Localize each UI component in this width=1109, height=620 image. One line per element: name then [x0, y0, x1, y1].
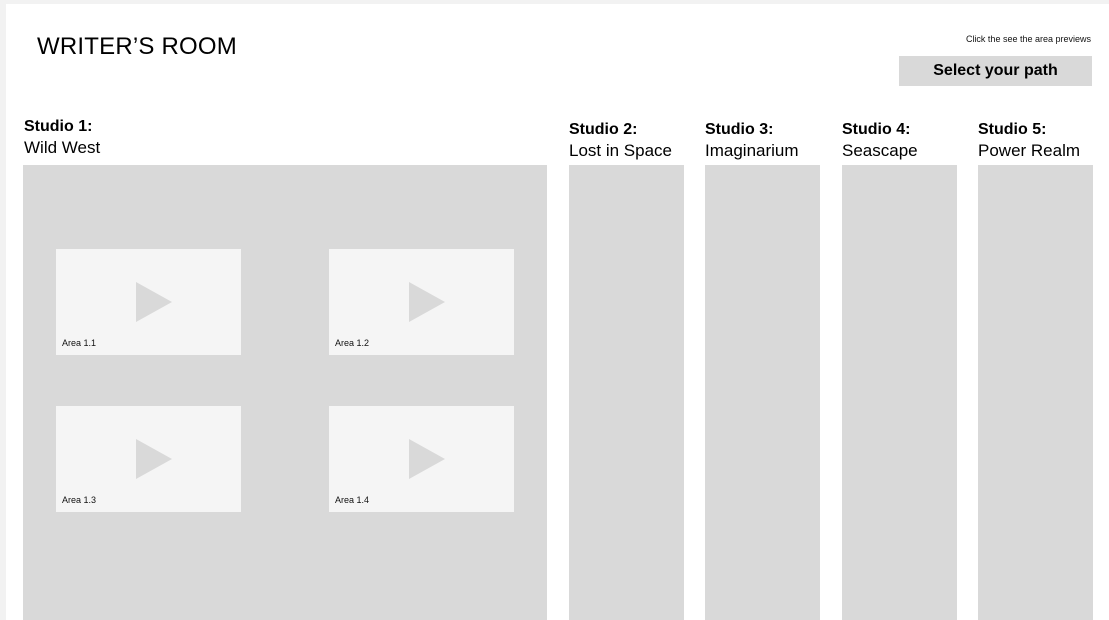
studio-5-panel[interactable]: [978, 165, 1093, 620]
studio-1-name: Wild West: [24, 138, 101, 157]
studio-4-number: Studio 4:: [842, 121, 911, 138]
play-icon: [136, 282, 172, 322]
studio-3-heading: Studio 3: Imaginarium: [705, 120, 799, 162]
area-card-1-3[interactable]: Area 1.3: [56, 406, 241, 512]
play-icon: [409, 282, 445, 322]
area-label: Area 1.3: [62, 495, 97, 505]
studio-4-heading: Studio 4: Seascape: [842, 120, 918, 162]
area-card-1-4[interactable]: Area 1.4: [329, 406, 514, 512]
select-path-button[interactable]: Select your path: [899, 56, 1092, 86]
studio-3-name: Imaginarium: [705, 141, 799, 160]
studio-1-panel[interactable]: Area 1.1 Area 1.2 Area 1.3 Area 1.4: [23, 165, 547, 620]
play-icon: [409, 439, 445, 479]
studio-2-name: Lost in Space: [569, 141, 673, 160]
studio-4-panel[interactable]: [842, 165, 957, 620]
studio-1-heading: Studio 1: Wild West: [24, 117, 100, 159]
studio-2-panel[interactable]: [569, 165, 684, 620]
studio-3-number: Studio 3:: [705, 121, 774, 138]
area-card-1-1[interactable]: Area 1.1: [56, 249, 241, 355]
studio-1-number: Studio 1:: [24, 118, 93, 135]
area-label: Area 1.4: [335, 495, 370, 505]
studio-5-heading: Studio 5: Power Realm: [978, 120, 1080, 162]
studio-3-panel[interactable]: [705, 165, 820, 620]
area-label: Area 1.2: [335, 338, 370, 348]
studio-5-name: Power Realm: [978, 141, 1081, 160]
studio-2-number: Studio 2:: [569, 121, 638, 138]
studio-4-name: Seascape: [842, 141, 918, 160]
preview-hint: Click the see the area previews: [965, 34, 1091, 44]
studio-2-heading: Studio 2: Lost in Space: [569, 120, 672, 162]
page-title: WRITER’S ROOM: [37, 33, 237, 60]
play-icon: [136, 439, 172, 479]
studio-5-number: Studio 5:: [978, 121, 1047, 138]
area-card-1-2[interactable]: Area 1.2: [329, 249, 514, 355]
area-label: Area 1.1: [62, 338, 97, 348]
